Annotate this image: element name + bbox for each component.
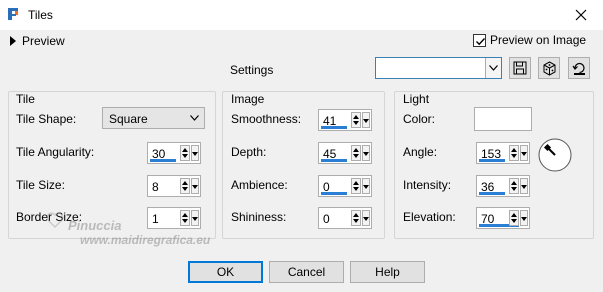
slider-dropdown-button[interactable] <box>362 145 370 161</box>
preview-toggle[interactable]: Preview <box>10 34 65 48</box>
spin-arrows[interactable] <box>351 112 361 128</box>
value-indicator <box>321 159 347 162</box>
spin-arrows[interactable] <box>351 145 361 161</box>
cancel-button-label: Cancel <box>287 265 326 279</box>
reset-icon <box>572 62 585 75</box>
title-bar: Tiles <box>0 0 603 30</box>
settings-combo[interactable] <box>375 57 502 79</box>
shininess-label: Shininess: <box>231 210 287 224</box>
angle-dial-icon[interactable] <box>538 138 572 172</box>
settings-dropdown-button[interactable] <box>485 58 501 78</box>
tile-angularity-label: Tile Angularity: <box>16 145 95 159</box>
preview-toggle-label: Preview <box>22 34 65 48</box>
expand-arrow-icon <box>10 36 16 46</box>
light-color-swatch[interactable] <box>474 107 532 131</box>
elevation-label: Elevation: <box>403 210 456 224</box>
help-button[interactable]: Help <box>350 261 425 283</box>
tile-shape-label: Tile Shape: <box>16 112 77 126</box>
chevron-down-icon <box>489 65 498 71</box>
paint-shop-pro-icon <box>8 8 18 20</box>
spin-arrows[interactable] <box>509 178 519 194</box>
randomize-button[interactable] <box>538 57 560 79</box>
slider-dropdown-button[interactable] <box>362 210 370 226</box>
depth-spinner[interactable]: 45 <box>318 142 372 164</box>
value-indicator <box>321 192 347 195</box>
tile-group-title: Tile <box>16 92 35 106</box>
ambience-label: Ambience: <box>231 178 288 192</box>
watermark-url: www.maidiregrafica.eu <box>80 233 211 247</box>
settings-label: Settings <box>230 63 274 77</box>
tile-size-value: 8 <box>152 180 159 194</box>
smoothness-label: Smoothness: <box>231 112 302 126</box>
slider-dropdown-button[interactable] <box>520 145 528 161</box>
spin-arrows[interactable] <box>180 178 190 194</box>
slider-dropdown-button[interactable] <box>191 178 199 194</box>
checkbox-box[interactable] <box>473 33 486 47</box>
shininess-value: 0 <box>323 212 330 226</box>
angle-label: Angle: <box>403 145 438 159</box>
slider-dropdown-button[interactable] <box>362 178 370 194</box>
image-group-title: Image <box>231 92 265 106</box>
reset-button[interactable] <box>568 57 590 79</box>
intensity-label: Intensity: <box>403 178 452 192</box>
spin-arrows[interactable] <box>509 145 519 161</box>
ok-button[interactable]: OK <box>188 261 263 283</box>
spin-arrows[interactable] <box>351 178 361 194</box>
value-indicator <box>150 159 176 162</box>
slider-dropdown-button[interactable] <box>520 210 528 226</box>
close-button[interactable] <box>559 0 603 30</box>
preview-on-image-checkbox[interactable]: Preview on Image <box>473 33 586 47</box>
window-title: Tiles <box>28 8 53 22</box>
smoothness-spinner[interactable]: 41 <box>318 109 372 131</box>
border-size-spinner[interactable]: 1 <box>147 207 201 229</box>
tile-size-label: Tile Size: <box>16 178 65 192</box>
tile-shape-value: Square <box>109 112 148 126</box>
tile-size-spinner[interactable]: 8 <box>147 175 201 197</box>
value-indicator <box>479 159 505 162</box>
ok-button-label: OK <box>216 265 235 279</box>
cancel-button[interactable]: Cancel <box>269 261 344 283</box>
watermark-name: Pinuccia <box>68 218 122 233</box>
watermark-heart-icon <box>46 212 64 229</box>
value-indicator <box>321 126 347 129</box>
spin-arrows[interactable] <box>180 210 190 226</box>
color-label: Color: <box>403 112 436 126</box>
slider-dropdown-button[interactable] <box>362 112 370 128</box>
checkmark-icon <box>476 37 486 45</box>
shininess-spinner[interactable]: 0 <box>318 207 372 229</box>
close-icon <box>575 9 587 21</box>
ambience-spinner[interactable]: 0 <box>318 175 372 197</box>
help-button-label: Help <box>375 265 400 279</box>
light-group-title: Light <box>403 92 430 106</box>
tile-shape-select[interactable]: Square <box>102 107 205 129</box>
slider-dropdown-button[interactable] <box>191 210 199 226</box>
spin-arrows[interactable] <box>351 210 361 226</box>
slider-dropdown-button[interactable] <box>191 145 199 161</box>
intensity-spinner[interactable]: 36 <box>476 175 530 197</box>
dice-icon <box>543 60 555 76</box>
spin-arrows[interactable] <box>180 145 190 161</box>
tile-angularity-spinner[interactable]: 30 <box>147 142 201 164</box>
chevron-down-icon <box>190 115 199 121</box>
elevation-spinner[interactable]: 70 <box>476 207 530 229</box>
preview-on-image-label: Preview on Image <box>490 33 587 47</box>
angle-spinner[interactable]: 153 <box>476 142 530 164</box>
slider-dropdown-button[interactable] <box>520 178 528 194</box>
border-size-value: 1 <box>152 212 159 226</box>
depth-label: Depth: <box>231 145 267 159</box>
value-indicator <box>479 192 505 195</box>
save-preset-button[interactable] <box>509 57 531 79</box>
spin-arrows[interactable] <box>509 210 519 226</box>
floppy-disk-icon <box>513 61 527 75</box>
